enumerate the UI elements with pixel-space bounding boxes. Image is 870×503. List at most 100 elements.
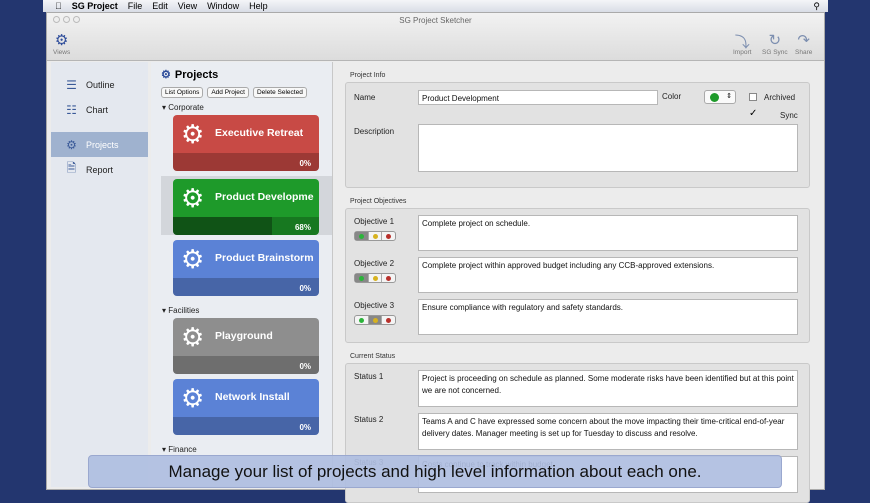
outline-icon: ☰ — [66, 77, 77, 92]
group-facilities[interactable]: ▾ Facilities — [151, 301, 332, 318]
gear-icon: ⚙ — [161, 69, 171, 81]
project-card[interactable]: ⚙ Playground 0% — [173, 318, 319, 374]
menu-help[interactable]: Help — [249, 1, 268, 11]
name-label: Name — [354, 93, 376, 102]
project-name: Executive Retreat — [215, 127, 304, 139]
sidebar-item-report[interactable]: 🗎 Report — [51, 157, 148, 182]
progress-bar — [173, 356, 319, 374]
gear-icon: ⚙ — [181, 244, 205, 274]
project-card-wrapper: ⚙ Executive Retreat 0% — [151, 115, 332, 171]
status-red-option[interactable] — [382, 274, 395, 282]
objective-field[interactable]: Complete project within approved budget … — [418, 257, 798, 293]
objective-label: Objective 1 — [354, 217, 395, 226]
sg-sync-button[interactable]: ↻ SG Sync — [762, 31, 788, 56]
sidebar-item-chart[interactable]: ☷ Chart — [51, 97, 148, 122]
status-green-option[interactable] — [355, 316, 369, 324]
delete-selected-button[interactable]: Delete Selected — [252, 87, 307, 98]
menu-app[interactable]: SG Project — [72, 1, 118, 11]
project-name: Product Brainstorm — [215, 252, 314, 264]
status-label: Status 1 — [354, 372, 384, 381]
progress-percent: 0% — [299, 159, 311, 168]
sidebar: ☰ Outline ☷ Chart ⚙ Projects 🗎 Report — [51, 62, 148, 487]
status-field[interactable]: Teams A and C have expressed some concer… — [418, 413, 798, 450]
status-field[interactable]: Project is proceeding on schedule as pla… — [418, 370, 798, 407]
menu-file[interactable]: File — [128, 1, 143, 11]
status-red-option[interactable] — [382, 232, 395, 240]
status-light-selector[interactable] — [354, 231, 396, 241]
progress-bar — [173, 417, 319, 435]
apple-icon[interactable]:  — [55, 1, 62, 11]
gear-icon: ⚙ — [181, 383, 205, 413]
objective-field[interactable]: Ensure compliance with regulatory and sa… — [418, 299, 798, 335]
sidebar-item-projects[interactable]: ⚙ Projects — [51, 132, 148, 157]
document-icon: 🗎 — [66, 161, 77, 175]
objective-label: Objective 3 — [354, 301, 395, 310]
caption-banner: Manage your list of projects and high le… — [88, 455, 782, 488]
progress-percent: 0% — [299, 362, 311, 371]
list-title: Projects — [174, 68, 219, 81]
progress-percent: 0% — [299, 284, 311, 293]
project-card[interactable]: ⚙ Product Developme 68% — [173, 179, 319, 235]
group-corporate[interactable]: ▾ Corporate — [151, 98, 332, 115]
project-card-wrapper: ⚙ Product Brainstorm 0% — [151, 240, 332, 296]
project-info-section: Project Info — [350, 72, 386, 79]
objective-label: Objective 2 — [354, 259, 395, 268]
sync-checkbox[interactable]: ✓ — [749, 109, 757, 119]
sidebar-item-outline[interactable]: ☰ Outline — [51, 72, 148, 97]
status-light-selector[interactable] — [354, 273, 396, 283]
project-card-wrapper: ⚙ Playground 0% — [151, 318, 332, 374]
description-label: Description — [354, 127, 395, 136]
title-bar: SG Project Sketcher ⚙ Views ⤵ Import ↻ SG S… — [47, 13, 824, 61]
add-project-button[interactable]: Add Project — [207, 87, 249, 98]
objective-field[interactable]: Complete project on schedule. — [418, 215, 798, 251]
gear-icon: ⚙ — [181, 119, 205, 149]
menu-bar:  SG Project File Edit View Window Help … — [43, 0, 828, 12]
status-yellow-option[interactable] — [368, 316, 383, 324]
status-red-option[interactable] — [382, 316, 395, 324]
spotlight-search-icon[interactable]: ⚲ — [813, 1, 820, 12]
status-yellow-option[interactable] — [369, 274, 383, 282]
sync-icon: ↻ — [768, 32, 782, 49]
color-label: Color — [662, 92, 682, 101]
window-title: SG Project Sketcher — [399, 16, 472, 25]
share-icon: ↷ — [797, 32, 810, 49]
status-light-selector[interactable] — [354, 315, 396, 325]
project-name: Playground — [215, 330, 273, 342]
views-button[interactable]: ⚙ Views — [53, 31, 70, 56]
objectives-section: Project Objectives — [350, 198, 407, 205]
status-label: Status 2 — [354, 415, 384, 424]
menu-edit[interactable]: Edit — [152, 1, 168, 11]
status-section: Current Status — [350, 353, 396, 360]
share-button[interactable]: ↷ Share — [795, 31, 812, 56]
app-window: SG Project Sketcher ⚙ Views ⤵ Import ↻ SG S… — [46, 12, 825, 503]
project-card[interactable]: ⚙ Product Brainstorm 0% — [173, 240, 319, 296]
project-list: ⚙ Projects List Options Add Project Delet… — [151, 62, 333, 487]
project-name: Product Developme — [215, 191, 314, 203]
progress-fill — [173, 217, 273, 235]
archived-checkbox[interactable] — [749, 93, 757, 101]
project-detail: Project Info Name Product Development Co… — [338, 62, 818, 503]
status-green-option[interactable] — [355, 274, 369, 282]
status-green-option[interactable] — [355, 232, 369, 240]
stepper-icon: ⇕ — [726, 93, 732, 100]
project-card[interactable]: ⚙ Executive Retreat 0% — [173, 115, 319, 171]
project-card[interactable]: ⚙ Network Install 0% — [173, 379, 319, 435]
description-field[interactable] — [418, 124, 798, 172]
progress-percent: 68% — [294, 223, 311, 232]
progress-bar — [173, 278, 319, 296]
name-field[interactable]: Product Development — [418, 90, 658, 105]
menu-view[interactable]: View — [178, 1, 197, 11]
import-icon: ⤵ — [734, 34, 750, 51]
project-card-wrapper: ⚙ Product Developme 68% — [161, 176, 332, 235]
org-chart-icon: ☷ — [66, 102, 77, 117]
import-button[interactable]: ⤵ Import — [733, 31, 751, 56]
progress-percent: 0% — [299, 423, 311, 432]
project-name: Network Install — [215, 391, 290, 403]
color-picker[interactable]: ⇕ — [704, 90, 736, 104]
status-yellow-option[interactable] — [369, 232, 383, 240]
menu-window[interactable]: Window — [207, 1, 239, 11]
gear-icon: ⚙ — [66, 137, 77, 152]
list-options-button[interactable]: List Options — [161, 87, 204, 98]
archived-label: Archived — [764, 93, 796, 102]
color-swatch — [710, 93, 719, 102]
